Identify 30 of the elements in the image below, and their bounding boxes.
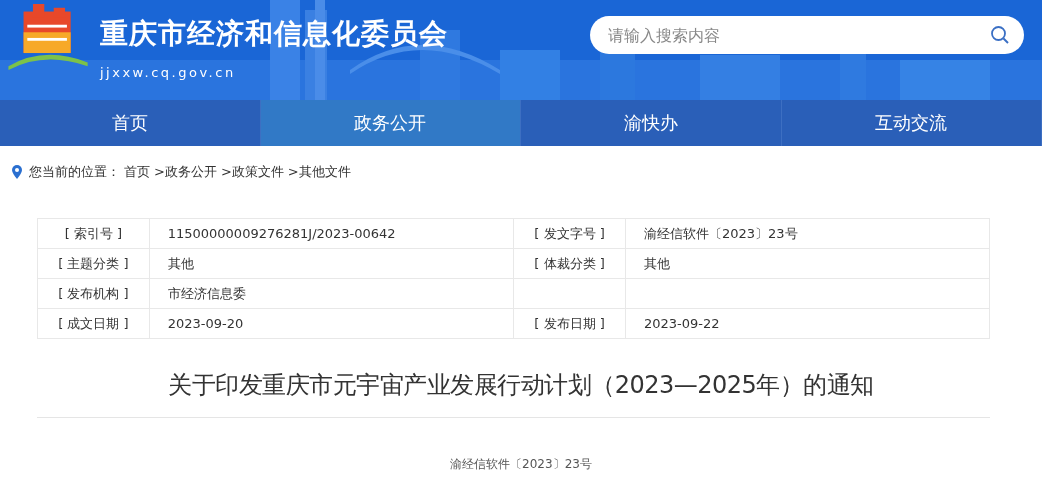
location-pin-icon (12, 165, 22, 179)
field-label: [ 发布日期 ] (534, 315, 605, 331)
nav-tab[interactable]: 互动交流 (781, 100, 1042, 146)
nav-tab[interactable]: 首页 (0, 100, 261, 146)
field-value: 其他 (167, 255, 194, 271)
field-value: 11500000009276281J/2023-00642 (167, 226, 396, 241)
field-label: [ 发布机构 ] (58, 285, 129, 301)
nav-tab[interactable]: 渝快办 (521, 100, 782, 146)
breadcrumb-link[interactable]: 首页 (124, 163, 150, 181)
site-url: jjxxw.cq.gov.cn (100, 64, 237, 80)
document-number: 渝经信软件〔2023〕23号 (449, 456, 593, 473)
field-value: 2023-09-22 (643, 316, 720, 331)
breadcrumb-label: 您当前的位置： (29, 163, 120, 181)
search-icon[interactable] (990, 25, 1010, 45)
breadcrumb-link[interactable]: >政务公开 (154, 163, 217, 181)
breadcrumb-link[interactable]: >其他文件 (287, 163, 351, 181)
field-label: [ 体裁分类 ] (534, 255, 605, 271)
nav-tab[interactable]: 政务公开 (260, 100, 521, 146)
field-label: [ 成文日期 ] (58, 315, 129, 331)
field-value: 渝经信软件〔2023〕23号 (643, 225, 798, 241)
field-value: 市经济信息委 (167, 285, 246, 301)
field-label: [ 主题分类 ] (58, 255, 129, 271)
search-field[interactable]: 请输入搜索内容 (590, 16, 1024, 54)
site-title: 重庆市经济和信息化委员会 (100, 15, 448, 52)
field-label: [ 索引号 ] (64, 225, 123, 241)
breadcrumb-link[interactable]: >政策文件 (220, 163, 284, 181)
field-value: 2023-09-20 (167, 316, 244, 331)
article-title: 关于印发重庆市元宇宙产业发展行动计划（2023—2025年）的通知 (167, 370, 875, 401)
field-value: 其他 (643, 255, 670, 271)
field-label: [ 发文字号 ] (534, 225, 605, 241)
